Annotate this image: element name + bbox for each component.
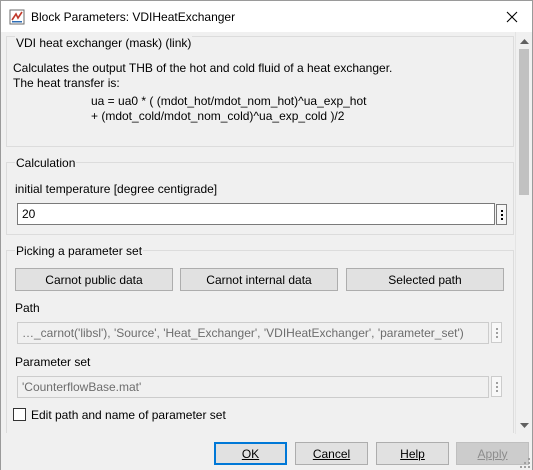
cancel-button-label: Cancel — [312, 446, 351, 461]
apply-button-label: Apply — [477, 446, 508, 461]
scroll-up-arrow-icon — [520, 38, 529, 44]
window-title: Block Parameters: VDIHeatExchanger — [31, 10, 236, 24]
path-input[interactable]: …_carnot('libsl'), 'Source', 'Heat_Excha… — [17, 322, 489, 344]
calculation-group-title: Calculation — [15, 156, 77, 170]
edit-path-checkbox[interactable] — [13, 408, 26, 421]
mask-description-line-1: Calculates the output THB of the hot and… — [13, 61, 393, 75]
mask-group-title: VDI heat exchanger (mask) (link) — [15, 36, 193, 50]
parameter-set-group: Picking a parameter set Carnot public da… — [6, 244, 514, 433]
ok-button[interactable]: OK — [214, 442, 287, 465]
help-button[interactable]: Help — [376, 442, 449, 465]
carnot-public-data-button[interactable]: Carnot public data — [15, 268, 173, 291]
mask-description-group: VDI heat exchanger (mask) (link) Calcula… — [6, 36, 514, 147]
close-icon — [506, 11, 518, 22]
scroll-up-button[interactable] — [516, 32, 533, 49]
scrollbar-thumb[interactable] — [519, 49, 529, 195]
scroll-down-arrow-icon — [520, 422, 529, 428]
parameter-set-input[interactable]: 'CounterflowBase.mat' — [17, 376, 489, 398]
scroll-down-button[interactable] — [516, 417, 533, 434]
carnot-internal-data-button[interactable]: Carnot internal data — [180, 268, 338, 291]
initial-temperature-menu-button[interactable] — [496, 204, 507, 225]
path-label: Path — [15, 301, 40, 315]
block-parameters-dialog: Block Parameters: VDIHeatExchanger VDI h… — [0, 0, 533, 470]
simulink-block-icon — [9, 9, 25, 25]
path-menu-button[interactable] — [491, 322, 502, 343]
formula-line-2: + (mdot_cold/mdot_nom_cold)^ua_exp_cold … — [91, 109, 345, 123]
formula-line-1: ua = ua0 * ( (mdot_hot/mdot_nom_hot)^ua_… — [91, 94, 367, 108]
selected-path-button[interactable]: Selected path — [346, 268, 504, 291]
cancel-button[interactable]: Cancel — [295, 442, 368, 465]
initial-temperature-input[interactable]: 20 — [17, 203, 495, 225]
close-button[interactable] — [492, 1, 532, 32]
dialog-footer: OK Cancel Help Apply — [1, 434, 532, 470]
help-button-label: Help — [400, 446, 425, 461]
parameter-set-label: Parameter set — [15, 355, 91, 369]
ok-button-label: OK — [241, 446, 260, 461]
parameter-set-menu-button[interactable] — [491, 376, 502, 397]
edit-path-checkbox-label[interactable]: Edit path and name of parameter set — [31, 408, 226, 422]
dialog-content[interactable]: VDI heat exchanger (mask) (link) Calcula… — [1, 32, 516, 433]
mask-description-line-2: The heat transfer is: — [13, 76, 120, 90]
resize-grip-icon[interactable] — [519, 457, 531, 469]
parameter-set-group-title: Picking a parameter set — [15, 244, 144, 258]
title-bar: Block Parameters: VDIHeatExchanger — [1, 1, 532, 32]
calculation-group: Calculation initial temperature [degree … — [6, 156, 514, 235]
initial-temperature-label: initial temperature [degree centigrade] — [15, 182, 218, 196]
vertical-scrollbar[interactable] — [515, 32, 532, 434]
